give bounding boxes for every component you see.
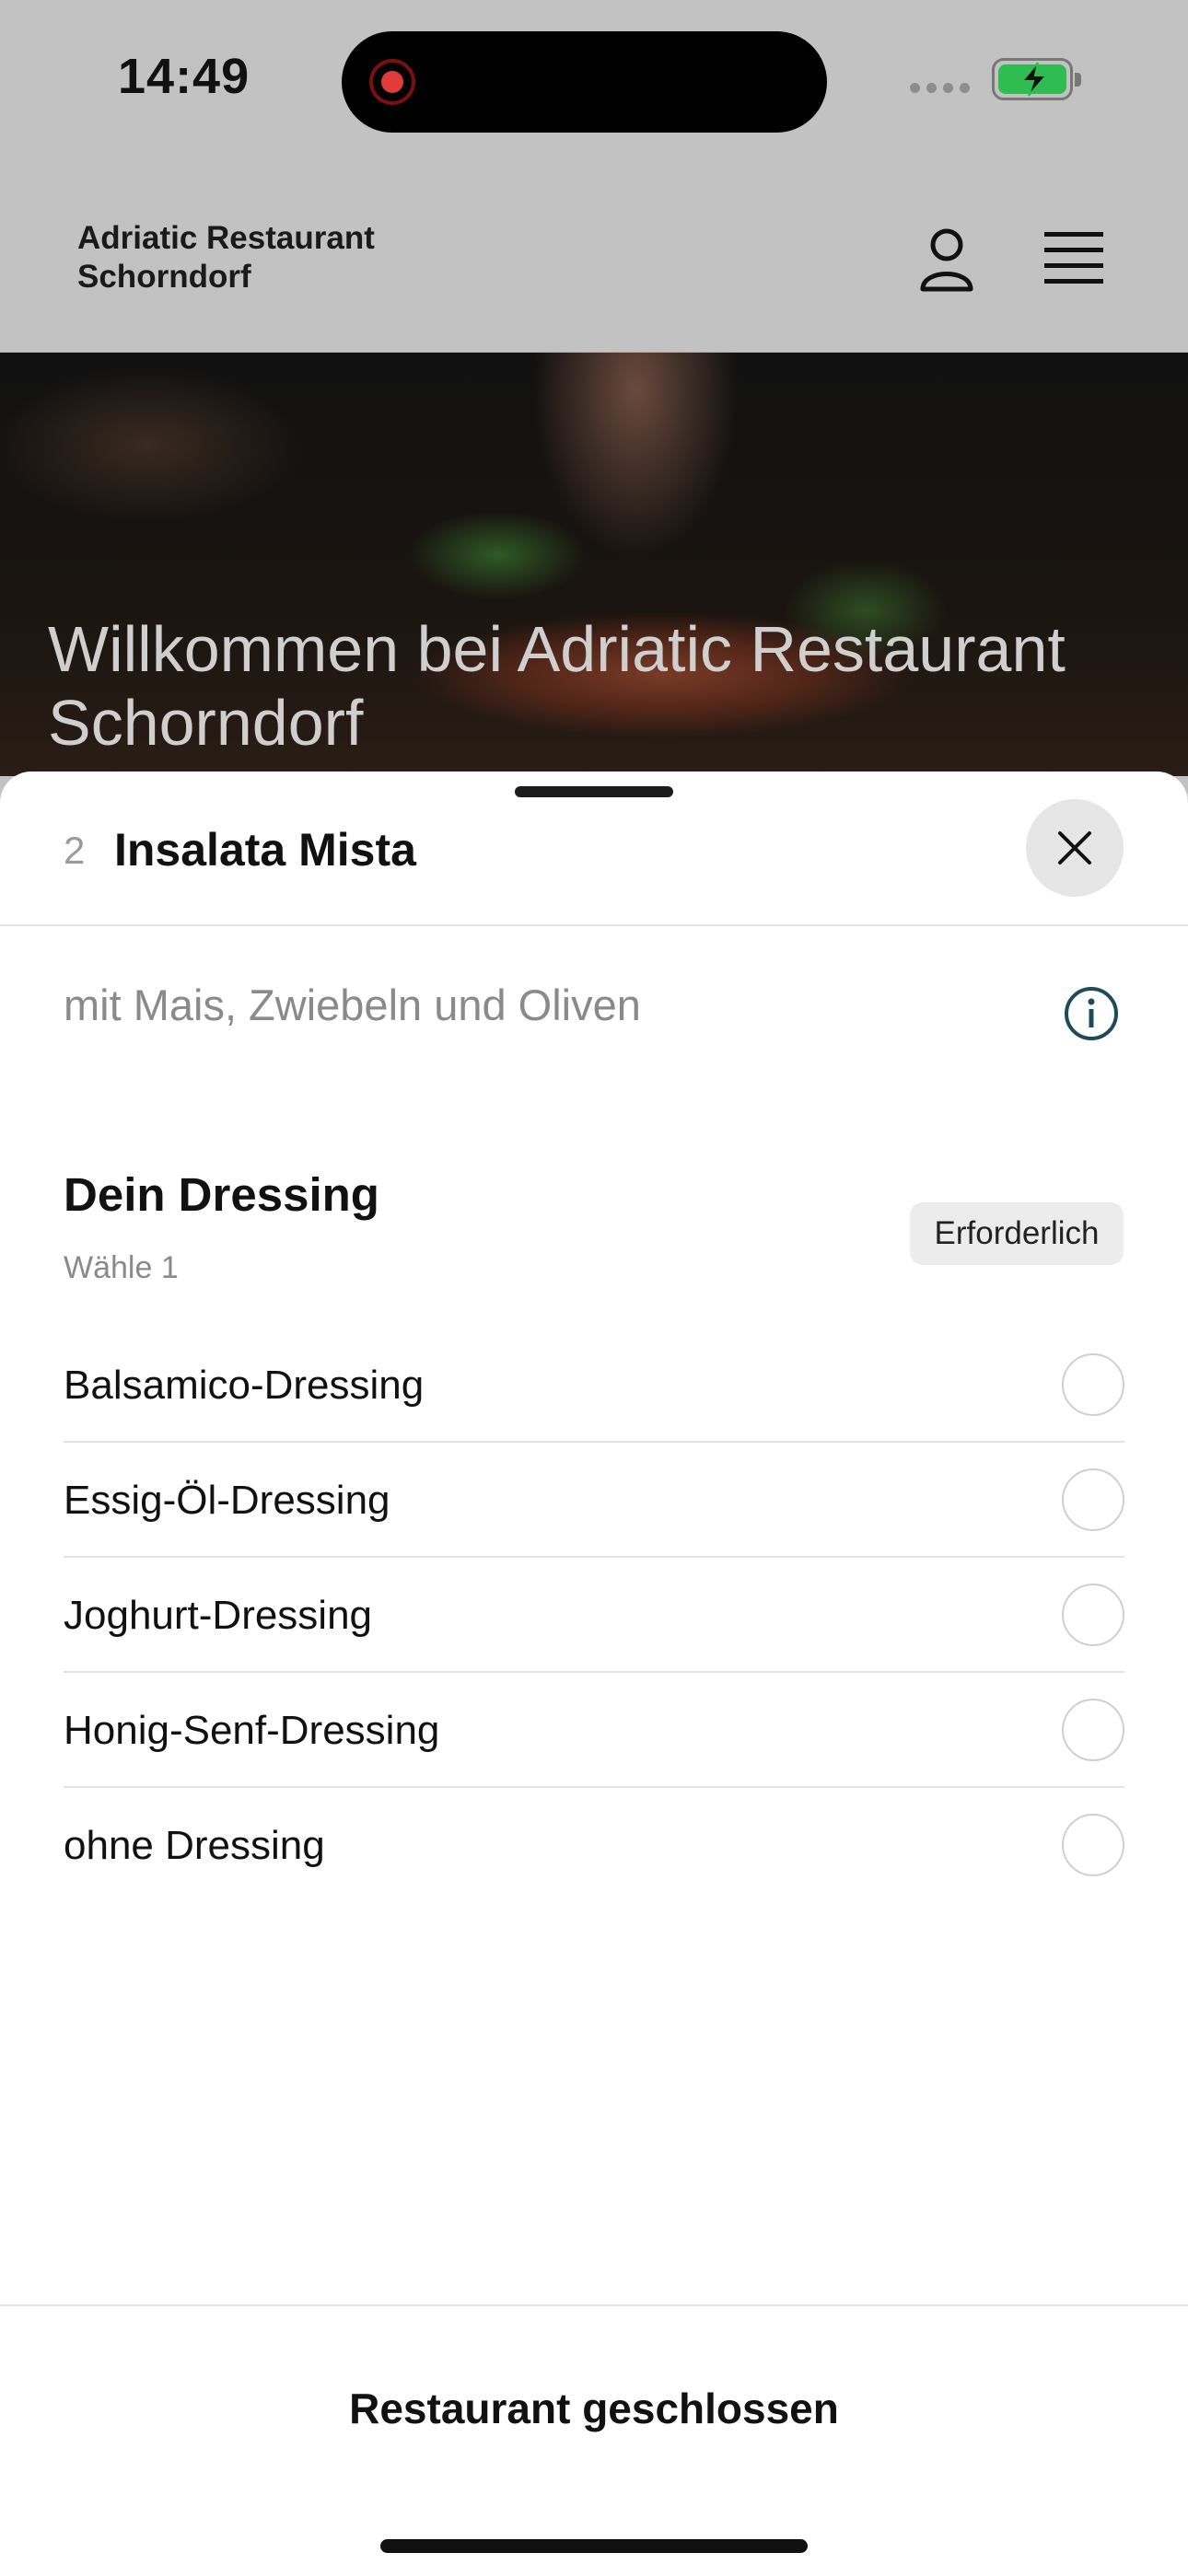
dynamic-island: [342, 31, 827, 133]
radio-button[interactable]: [1062, 1699, 1124, 1761]
radio-button[interactable]: [1062, 1814, 1124, 1876]
option-group-title: Dein Dressing: [64, 1168, 379, 1221]
option-essig-oel-dressing[interactable]: Essig-Öl-Dressing: [64, 1443, 1124, 1558]
required-badge: Erforderlich: [910, 1202, 1124, 1265]
hamburger-menu-icon[interactable]: [1044, 232, 1103, 288]
item-title: Insalata Mista: [114, 824, 416, 876]
user-account-icon[interactable]: [917, 226, 976, 297]
info-icon[interactable]: [1063, 985, 1120, 1047]
close-icon: [1058, 831, 1091, 864]
radio-button[interactable]: [1062, 1353, 1124, 1416]
signal-icon: [910, 83, 970, 93]
home-indicator[interactable]: [380, 2539, 808, 2553]
option-joghurt-dressing[interactable]: Joghurt-Dressing: [64, 1558, 1124, 1673]
dressing-options-list: Balsamico-Dressing Essig-Öl-Dressing Jog…: [64, 1328, 1124, 1903]
status-time: 14:49: [118, 49, 250, 104]
status-bar: 14:49: [0, 0, 1188, 166]
app-header: Adriatic Restaurant Schorndorf: [0, 166, 1188, 354]
option-label: ohne Dressing: [64, 1823, 325, 1868]
option-ohne-dressing[interactable]: ohne Dressing: [64, 1788, 1124, 1903]
sheet-footer: Restaurant geschlossen: [0, 2304, 1188, 2576]
hero-title: Willkommen bei Adriatic Restaurant Schor…: [48, 613, 1066, 759]
option-label: Essig-Öl-Dressing: [64, 1478, 390, 1523]
radio-button[interactable]: [1062, 1468, 1124, 1531]
option-honig-senf-dressing[interactable]: Honig-Senf-Dressing: [64, 1673, 1124, 1788]
option-label: Joghurt-Dressing: [64, 1593, 373, 1638]
radio-button[interactable]: [1062, 1584, 1124, 1646]
close-button[interactable]: [1026, 799, 1124, 897]
item-description: mit Mais, Zwiebeln und Oliven: [64, 981, 641, 1029]
battery-charging-icon: [992, 58, 1081, 100]
option-label: Honig-Senf-Dressing: [64, 1708, 440, 1753]
hero-banner: Willkommen bei Adriatic Restaurant Schor…: [0, 353, 1188, 776]
sheet-header: 2 Insalata Mista: [0, 772, 1188, 926]
option-balsamico-dressing[interactable]: Balsamico-Dressing: [64, 1328, 1124, 1443]
restaurant-closed-label: Restaurant geschlossen: [349, 2385, 839, 2432]
restaurant-name[interactable]: Adriatic Restaurant Schorndorf: [77, 219, 464, 296]
item-detail-sheet: 2 Insalata Mista mit Mais, Zwiebeln und …: [0, 772, 1188, 2576]
option-group-subtitle: Wähle 1: [64, 1250, 179, 1285]
item-number: 2: [64, 829, 86, 872]
recording-icon: [369, 59, 415, 105]
option-label: Balsamico-Dressing: [64, 1363, 425, 1408]
